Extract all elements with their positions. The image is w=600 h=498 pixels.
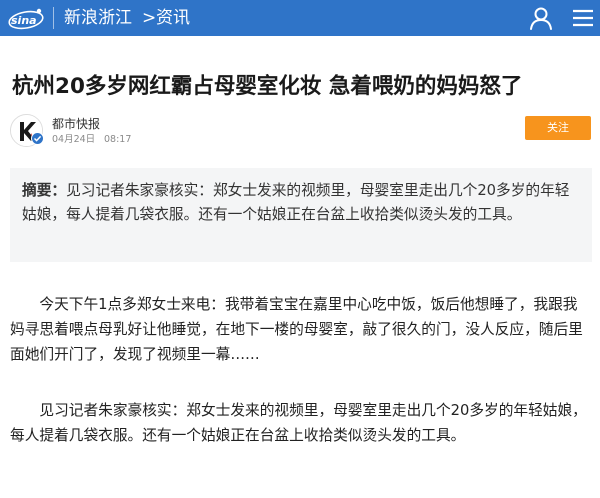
author-name[interactable]: 都市快报	[52, 116, 100, 132]
user-icon[interactable]	[527, 4, 555, 32]
publish-time: 08:17	[104, 134, 132, 145]
summary-label: 摘要：	[22, 182, 67, 199]
article-title: 杭州20多岁网红霸占母婴室化妆 急着喂奶的妈妈怒了	[12, 74, 523, 99]
publish-date: 04月24日	[52, 134, 96, 145]
article-paragraph: 今天下午1点多郑女士来电：我带着宝宝在嘉里中心吃中饭，饭后他想睡了，我跟我妈寻思…	[10, 296, 583, 363]
verified-badge-icon	[31, 132, 44, 145]
menu-icon[interactable]	[569, 4, 597, 32]
site-link[interactable]: 新浪浙江	[64, 7, 132, 29]
nav-divider	[53, 7, 54, 29]
summary-paragraph: 摘要：见习记者朱家豪核实：郑女士发来的视频里，母婴室里走出几个20多岁的年轻姑娘…	[22, 179, 582, 226]
article-paragraph: 见习记者朱家豪核实：郑女士发来的视频里，母婴室里走出几个20多岁的年轻姑娘，每人…	[10, 402, 587, 444]
summary-box: 摘要：见习记者朱家豪核实：郑女士发来的视频里，母婴室里走出几个20多岁的年轻姑娘…	[10, 168, 592, 262]
channel-link[interactable]: 资讯	[156, 7, 190, 29]
follow-button[interactable]: 关注	[525, 116, 591, 140]
breadcrumb-chevron: >	[142, 8, 157, 28]
top-nav-bar: sina 新浪浙江 > 资讯	[0, 0, 600, 36]
svg-text:sina: sina	[11, 14, 37, 27]
summary-text: 见习记者朱家豪核实：郑女士发来的视频里，母婴室里走出几个20多岁的年轻姑娘，每人…	[22, 182, 570, 223]
sina-logo-icon[interactable]: sina	[6, 5, 46, 31]
